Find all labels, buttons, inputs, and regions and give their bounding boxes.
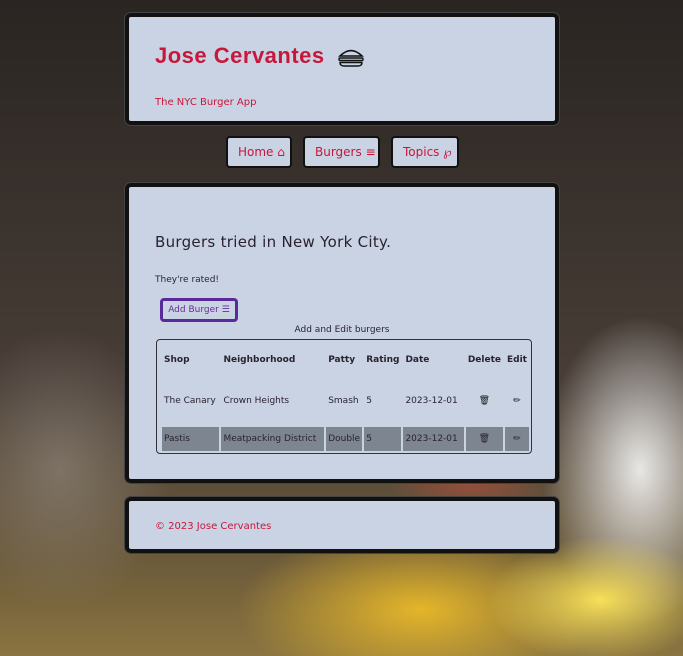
column-header-rating: Rating	[366, 355, 400, 365]
cell-shop: The Canary	[164, 396, 216, 406]
cell-rating: 5	[364, 427, 402, 451]
nav-home-button[interactable]: Home ⌂	[226, 136, 292, 168]
menu-icon: ≡	[365, 145, 376, 159]
cell-shop: Pastis	[162, 427, 220, 451]
nav-burgers-label: Burgers	[315, 145, 362, 159]
column-header-delete: Delete	[467, 355, 501, 365]
main-panel: Burgers tried in New York City. They're …	[125, 183, 559, 483]
burger-icon: ☰	[221, 305, 230, 315]
site-title: Jose Cervantes	[155, 43, 365, 69]
nav-home-label: Home	[238, 145, 274, 159]
edit-button[interactable]: ✏	[505, 377, 529, 425]
site-title-text: Jose Cervantes	[155, 43, 325, 68]
home-icon: ⌂	[277, 145, 285, 159]
burgers-table: Shop Neighborhood Patty Rating Date Dele…	[156, 339, 532, 454]
page-description: They're rated!	[155, 275, 220, 285]
header-panel: Jose Cervantes The NYC Burger App	[125, 13, 559, 125]
trash-icon: 🗑	[478, 396, 491, 406]
topics-icon: ℘	[443, 145, 452, 159]
cell-rating: 5	[366, 396, 372, 406]
cell-neighborhood: Meatpacking District	[221, 427, 325, 451]
edit-button[interactable]: ✏	[504, 427, 529, 451]
delete-button[interactable]: 🗑	[465, 427, 503, 451]
column-header-shop: Shop	[164, 355, 190, 365]
table-row: The Canary Crown Heights Smash 5 2023-12…	[162, 377, 529, 425]
column-header-date: Date	[405, 355, 430, 365]
pencil-icon: ✏	[513, 434, 521, 444]
delete-button[interactable]: 🗑	[466, 377, 503, 425]
burger-icon	[338, 49, 365, 67]
column-header-neighborhood: Neighborhood	[223, 355, 296, 365]
nav-topics-label: Topics	[403, 145, 440, 159]
footer-panel: © 2023 Jose Cervantes	[125, 497, 559, 553]
cell-patty: Double	[326, 427, 363, 451]
column-header-edit: Edit	[506, 355, 527, 365]
table-header-row: Shop Neighborhood Patty Rating Date Dele…	[162, 345, 529, 375]
cell-neighborhood: Crown Heights	[223, 396, 290, 406]
nav-topics-button[interactable]: Topics ℘	[391, 136, 459, 168]
main-nav: Home ⌂ Burgers ≡ Topics ℘	[0, 136, 683, 170]
cell-patty: Smash	[328, 396, 359, 406]
cell-date: 2023-12-01	[405, 396, 458, 406]
site-subtitle: The NYC Burger App	[155, 97, 257, 108]
table-caption: Add and Edit burgers	[294, 325, 390, 335]
add-burger-label: Add Burger	[168, 305, 219, 315]
nav-burgers-button[interactable]: Burgers ≡	[303, 136, 380, 168]
page-title: Burgers tried in New York City.	[155, 233, 392, 251]
column-header-patty: Patty	[328, 355, 356, 365]
copyright: © 2023 Jose Cervantes	[155, 521, 272, 532]
pencil-icon: ✏	[513, 396, 521, 406]
add-burger-button[interactable]: Add Burger ☰	[160, 298, 238, 322]
cell-date: 2023-12-01	[403, 427, 464, 451]
table-row: Pastis Meatpacking District Double 5 202…	[162, 427, 529, 451]
trash-icon: 🗑	[478, 434, 491, 444]
